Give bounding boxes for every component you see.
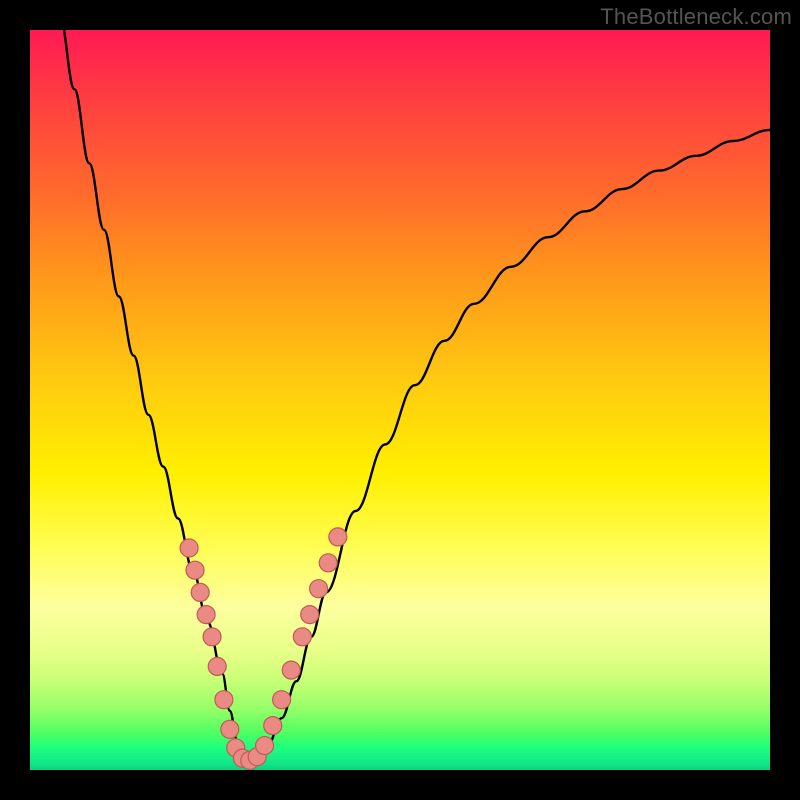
- plot-area: [30, 30, 770, 770]
- watermark-text: TheBottleneck.com: [600, 4, 792, 30]
- background-gradient: [30, 30, 770, 770]
- chart-frame: TheBottleneck.com: [0, 0, 800, 800]
